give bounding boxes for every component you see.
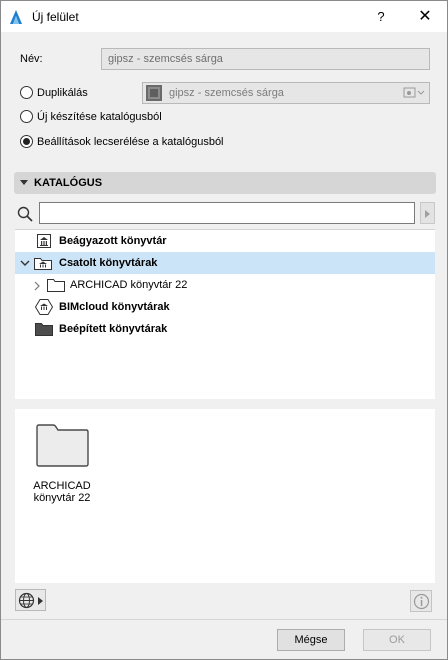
collapse-triangle-icon [20,180,28,185]
folder-icon [47,279,65,292]
embedded-library-icon [37,234,51,248]
catalog-section-header[interactable]: KATALÓGUS [14,172,436,194]
catalog-tree: Beágyazott könyvtár Csatolt könyvtárak A… [15,229,435,399]
bimcloud-library-icon [35,299,53,315]
duplicate-source-field: gipsz - szemcsés sárga [142,82,430,104]
duplicate-source-value: gipsz - szemcsés sárga [169,87,284,99]
preview-item-archicad-library[interactable]: ARCHICAD könyvtár 22 [27,421,107,516]
window-title: Új felület [32,10,79,24]
preview-panel: ARCHICAD könyvtár 22 [15,409,435,583]
create-from-catalog-radio[interactable] [20,110,33,123]
tree-item-bimcloud-libraries[interactable]: BIMcloud könyvtárak [15,296,435,318]
chevron-right-icon[interactable] [34,281,40,291]
chevron-down-icon[interactable] [20,260,30,267]
tree-item-linked-libraries[interactable]: Csatolt könyvtárak [15,252,435,274]
tree-item-embedded-library[interactable]: Beágyazott könyvtár [15,230,435,252]
tree-item-label: Beépített könyvtárak [59,323,168,335]
catalog-search-input[interactable] [39,202,415,224]
duplicate-radio[interactable] [20,86,33,99]
tree-item-label: ARCHICAD könyvtár 22 [70,279,188,291]
material-swatch-icon [146,85,162,101]
play-arrow-icon [425,210,430,218]
preview-item-label: ARCHICAD könyvtár 22 [17,480,107,504]
catalog-title: KATALÓGUS [34,177,103,189]
search-icon [17,206,33,222]
large-folder-icon [36,424,89,467]
replace-settings-radio[interactable] [20,135,33,148]
ok-button[interactable]: OK [363,629,431,651]
bottom-toolbar [1,583,447,615]
preview-label-line-1: ARCHICAD [33,480,91,492]
create-from-catalog-label: Új készítése katalógusból [37,111,162,123]
cancel-button[interactable]: Mégse [277,629,345,651]
tree-item-label: BIMcloud könyvtárak [59,301,170,313]
name-label: Név: [20,53,43,65]
info-button[interactable] [410,590,432,612]
title-bar: Új felület ? ✕ [1,1,447,32]
linked-library-icon [34,258,52,270]
tree-item-label: Csatolt könyvtárak [59,257,158,269]
info-icon [413,593,430,610]
help-button[interactable]: ? [367,6,395,28]
tree-item-builtin-libraries[interactable]: Beépített könyvtárak [15,318,435,340]
close-button[interactable]: ✕ [411,6,439,28]
dialog-window: Új felület ? ✕ Név: gipsz - szemcsés sár… [0,0,448,660]
search-options-button[interactable] [420,202,435,224]
replace-settings-label: Beállítások lecserélése a katalógusból [37,136,224,148]
builtin-folder-icon [35,323,53,336]
archicad-app-icon [10,10,22,24]
footer-divider [1,619,447,620]
language-button[interactable] [15,589,46,611]
duplicate-radio-label: Duplikálás [37,87,88,99]
play-arrow-icon [38,597,43,605]
preview-label-line-2: könyvtár 22 [33,492,91,504]
tree-item-label: Beágyazott könyvtár [59,235,167,247]
name-field[interactable]: gipsz - szemcsés sárga [101,48,430,70]
tree-item-archicad-library[interactable]: ARCHICAD könyvtár 22 [15,274,435,296]
pick-material-icon[interactable] [403,86,425,100]
globe-icon [18,592,35,609]
